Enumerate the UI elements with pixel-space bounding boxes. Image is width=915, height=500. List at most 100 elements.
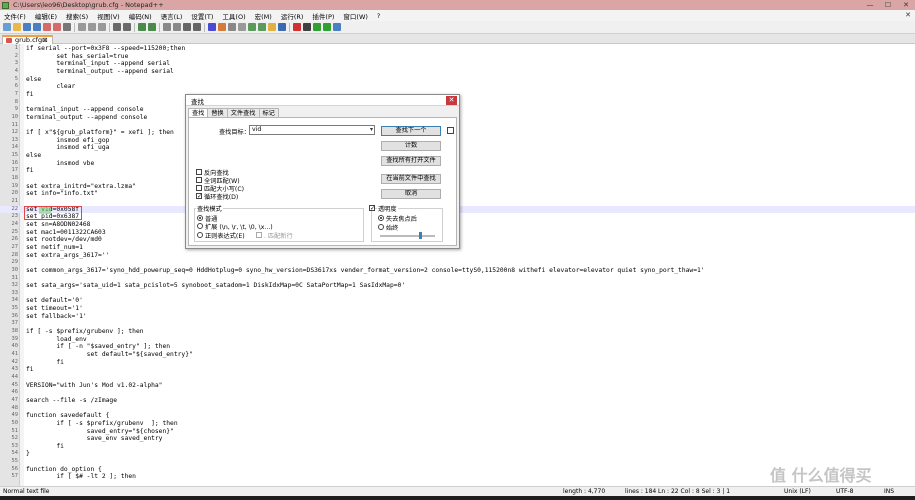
close-doc-icon[interactable]: ✕ <box>905 11 911 19</box>
always-radio[interactable] <box>378 224 384 230</box>
code-line[interactable]: 3 terminal_input --append serial <box>0 60 915 68</box>
transparency-checkbox[interactable]: ✓ <box>369 205 375 212</box>
dropdown-arrow-icon[interactable]: ▾ <box>370 126 373 134</box>
close-all-icon[interactable] <box>53 23 61 31</box>
dialog-title-bar[interactable]: 查找 ✕ <box>186 95 459 106</box>
func-list-icon[interactable] <box>258 23 266 31</box>
code-line[interactable]: 40 if [ -n "$saved_entry" ]; then <box>0 343 915 351</box>
wrap-checkbox[interactable]: ✓ <box>196 193 202 200</box>
tab-grub-cfg[interactable]: grub.cfg⊠ <box>2 35 53 44</box>
code-line[interactable]: 38 if [ -s $prefix/grubenv ]; then <box>0 328 915 336</box>
sync-h-icon[interactable] <box>193 23 201 31</box>
menu-plugins[interactable]: 插件(P) <box>312 11 334 21</box>
status-encoding[interactable]: UTF-8 <box>836 487 854 496</box>
paste-icon[interactable] <box>98 23 106 31</box>
code-line[interactable]: 43 fi <box>0 366 915 374</box>
tab-find-in-files[interactable]: 文件查找 <box>226 108 260 117</box>
menu-language[interactable]: 语言(L) <box>161 11 183 21</box>
menu-macro[interactable]: 宏(M) <box>255 11 272 21</box>
save-macro-icon[interactable] <box>333 23 341 31</box>
redo-icon[interactable] <box>123 23 131 31</box>
code-line[interactable]: 53 fi <box>0 443 915 451</box>
code-line[interactable]: 46 <box>0 389 915 397</box>
find-next-button[interactable]: 查找下一个 <box>381 126 441 136</box>
maximize-button[interactable]: ☐ <box>879 0 897 10</box>
save-icon[interactable] <box>23 23 31 31</box>
dot-newline-checkbox[interactable] <box>256 232 262 238</box>
code-line[interactable]: 30 set common_args_3617='syno_hdd_powerup… <box>0 267 915 275</box>
menu-settings[interactable]: 设置(T) <box>191 11 213 21</box>
stop-icon[interactable] <box>303 23 311 31</box>
menu-search[interactable]: 搜索(S) <box>66 11 88 21</box>
save-all-icon[interactable] <box>33 23 41 31</box>
folder-icon[interactable] <box>268 23 276 31</box>
mode-regex-radio[interactable] <box>197 232 203 238</box>
undo-icon[interactable] <box>113 23 121 31</box>
code-line[interactable]: 6 clear <box>0 83 915 91</box>
mode-normal-radio[interactable] <box>197 215 203 221</box>
transparency-slider-thumb[interactable] <box>418 232 422 239</box>
find-icon[interactable] <box>138 23 146 31</box>
match-case-checkbox[interactable] <box>196 185 202 191</box>
print-icon[interactable] <box>63 23 71 31</box>
open-file-icon[interactable] <box>13 23 21 31</box>
code-line[interactable]: 44 <box>0 374 915 382</box>
record-icon[interactable] <box>293 23 301 31</box>
code-line[interactable]: 45 VERSION="with Jun's Mod v1.02-alpha" <box>0 382 915 390</box>
code-line[interactable]: 31 <box>0 275 915 283</box>
code-line[interactable]: 33 <box>0 290 915 298</box>
menu-edit[interactable]: 编辑(E) <box>35 11 57 21</box>
find-all-current-button[interactable]: 在当前文件中查找 <box>381 174 441 184</box>
play-multi-icon[interactable] <box>323 23 331 31</box>
doc-map-icon[interactable] <box>248 23 256 31</box>
sync-v-icon[interactable] <box>183 23 191 31</box>
code-line[interactable]: 2 set has_serial=true <box>0 53 915 61</box>
code-line[interactable]: 49 function savedefault { <box>0 412 915 420</box>
menu-help[interactable]: ? <box>377 12 380 20</box>
minimize-button[interactable]: — <box>861 0 879 10</box>
code-line[interactable]: 39 load_env <box>0 336 915 344</box>
code-line[interactable]: 28 set extra_args_3617='' <box>0 252 915 260</box>
code-line[interactable]: 37 <box>0 320 915 328</box>
code-line[interactable]: 34 set default='0' <box>0 297 915 305</box>
transparency-slider[interactable] <box>380 235 435 237</box>
backward-checkbox[interactable] <box>196 169 202 175</box>
copy-icon[interactable] <box>88 23 96 31</box>
menu-run[interactable]: 运行(R) <box>281 11 304 21</box>
menu-file[interactable]: 文件(F) <box>4 11 26 21</box>
code-line[interactable]: 42 fi <box>0 359 915 367</box>
tab-mark[interactable]: 标记 <box>258 108 279 117</box>
code-line[interactable]: 50 if [ -s $prefix/grubenv ]; then <box>0 420 915 428</box>
close-window-button[interactable]: ✕ <box>897 0 915 10</box>
code-line[interactable]: 52 save_env saved_entry <box>0 435 915 443</box>
play-icon[interactable] <box>313 23 321 31</box>
menu-tools[interactable]: 工具(O) <box>222 11 245 21</box>
tab-replace[interactable]: 替换 <box>207 108 228 117</box>
count-button[interactable]: 计数 <box>381 141 441 151</box>
on-lose-focus-radio[interactable] <box>378 215 384 221</box>
new-file-icon[interactable] <box>3 23 11 31</box>
mode-extended-radio[interactable] <box>197 223 203 229</box>
indent-guide-icon[interactable] <box>228 23 236 31</box>
whole-word-checkbox[interactable] <box>196 177 202 183</box>
replace-icon[interactable] <box>148 23 156 31</box>
code-line[interactable]: 4 terminal_output --append serial <box>0 68 915 76</box>
lang-icon[interactable] <box>238 23 246 31</box>
wrap-icon[interactable] <box>208 23 216 31</box>
code-line[interactable]: 41 set default="${saved_entry}" <box>0 351 915 359</box>
status-eol[interactable]: Unix (LF) <box>784 487 811 496</box>
dialog-close-button[interactable]: ✕ <box>446 96 457 105</box>
code-line[interactable]: 29 <box>0 259 915 267</box>
zoom-in-icon[interactable] <box>163 23 171 31</box>
zoom-out-icon[interactable] <box>173 23 181 31</box>
find-all-open-button[interactable]: 查找所有打开文件 <box>381 156 441 166</box>
menu-view[interactable]: 视图(V) <box>97 11 120 21</box>
tab-find[interactable]: 查找 <box>188 108 209 117</box>
code-line[interactable]: 47 search --file -s /zImage <box>0 397 915 405</box>
code-line[interactable]: 35 set timeout='1' <box>0 305 915 313</box>
code-line[interactable]: 32 set sata_args='sata_uid=1 sata_pcislot… <box>0 282 915 290</box>
code-line[interactable]: 51 saved_entry="${chosen}" <box>0 428 915 436</box>
cancel-button[interactable]: 取消 <box>381 189 441 199</box>
close-icon[interactable] <box>43 23 51 31</box>
code-line[interactable]: 5 else <box>0 76 915 84</box>
